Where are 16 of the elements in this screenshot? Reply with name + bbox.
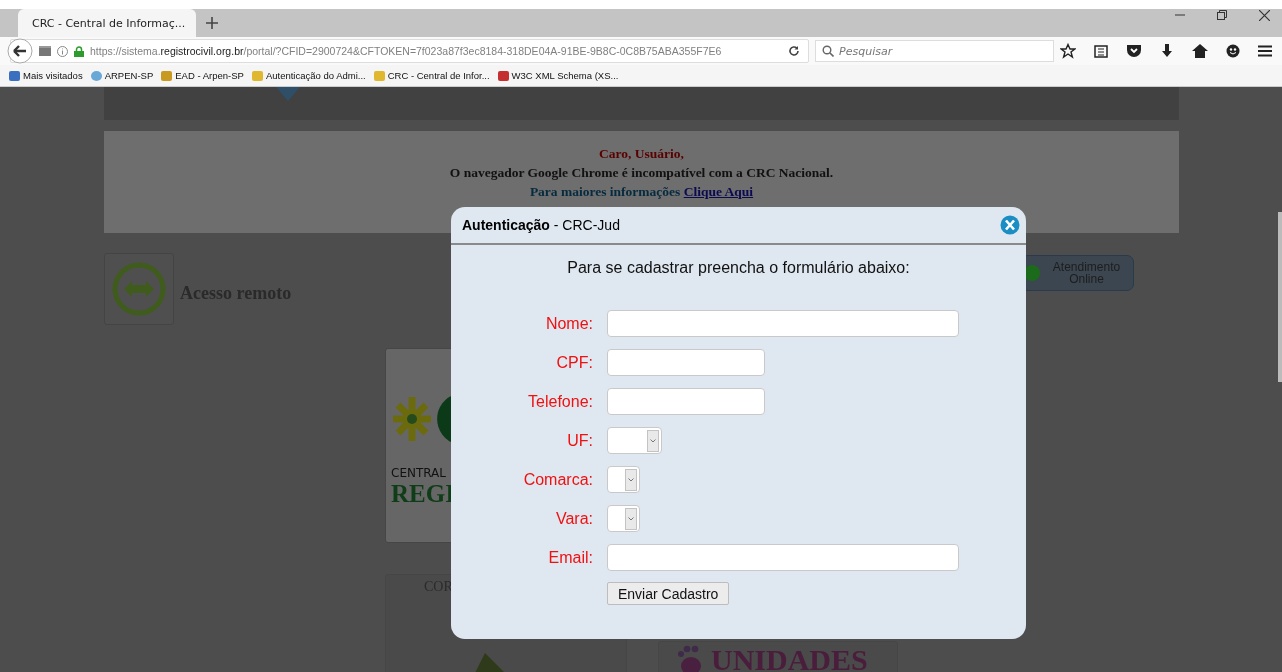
field-label: Email: — [548, 548, 593, 567]
dialog-instruction: Para se cadastrar preencha o formulário abaixo: — [566, 259, 911, 277]
field-label: Vara: — [555, 509, 593, 528]
field-label: Nome: — [545, 314, 593, 333]
logo-text: CENTRAL — [391, 466, 446, 480]
field-label: Telefone: — [528, 392, 593, 411]
field-label: CPF: — [556, 353, 593, 372]
logo-text: REGI — [391, 480, 455, 508]
notice-info: Para maiores informações — [529, 184, 681, 199]
field-label: UF: — [567, 431, 593, 450]
field-label: Comarca: — [523, 470, 593, 489]
tab-title: CRC - Central de Informaç... — [32, 16, 186, 30]
url-text: https://sistema.registrocivil.org.br/portal/?CFID=2900724&CFTOKEN=7f023a87f3ec8184-318DE04A-91BE-9B8C-0C8B75ABA355F7E6 — [90, 45, 722, 57]
notice-greeting: Caro, Usuário, — [598, 145, 685, 163]
notice-message: O navegador Google Chrome é incompatível com a CRC Nacional. — [448, 164, 835, 182]
dialog-title: Autenticação - CRC-Jud — [462, 217, 620, 233]
